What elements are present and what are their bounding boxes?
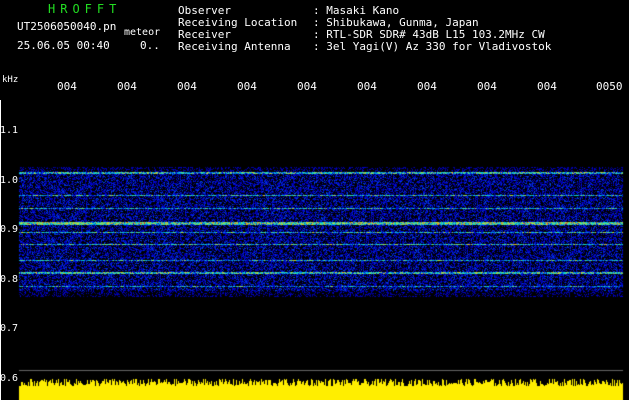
filename: UT2506050040.pn xyxy=(17,20,117,33)
freq-tick: 0.8 xyxy=(0,274,19,285)
time-tick: 004 xyxy=(537,80,557,93)
brand-title: HROFFT xyxy=(48,2,122,16)
freq-tick: 1.1 xyxy=(0,125,19,136)
time-tick: 004 xyxy=(237,80,257,93)
freq-tick: 1.0 xyxy=(0,175,19,186)
time-tick: 004 xyxy=(297,80,317,93)
antenna-value: : 3el Yagi(V) Az 330 for Vladivostok xyxy=(313,40,552,53)
y-axis-line xyxy=(0,100,1,400)
freq-tick: 0.9 xyxy=(0,224,19,235)
extra-indicator: 0.. xyxy=(140,39,160,52)
time-tick: 004 xyxy=(177,80,197,93)
time-tick: 004 xyxy=(57,80,77,93)
time-tick: 004 xyxy=(477,80,497,93)
frequency-unit: kHz xyxy=(2,75,19,85)
timestamp: 25.06.05 00:40 xyxy=(17,39,110,52)
spectrogram-canvas xyxy=(0,0,629,400)
time-tick: 0050 xyxy=(596,80,623,93)
antenna-label: Receiving Antenna xyxy=(178,40,291,53)
freq-tick: 0.7 xyxy=(0,323,19,334)
time-tick: 004 xyxy=(417,80,437,93)
time-tick: 004 xyxy=(117,80,137,93)
meteor-tag: meteor xyxy=(124,27,161,38)
freq-tick: 0.6 xyxy=(0,373,19,384)
time-tick: 004 xyxy=(357,80,377,93)
